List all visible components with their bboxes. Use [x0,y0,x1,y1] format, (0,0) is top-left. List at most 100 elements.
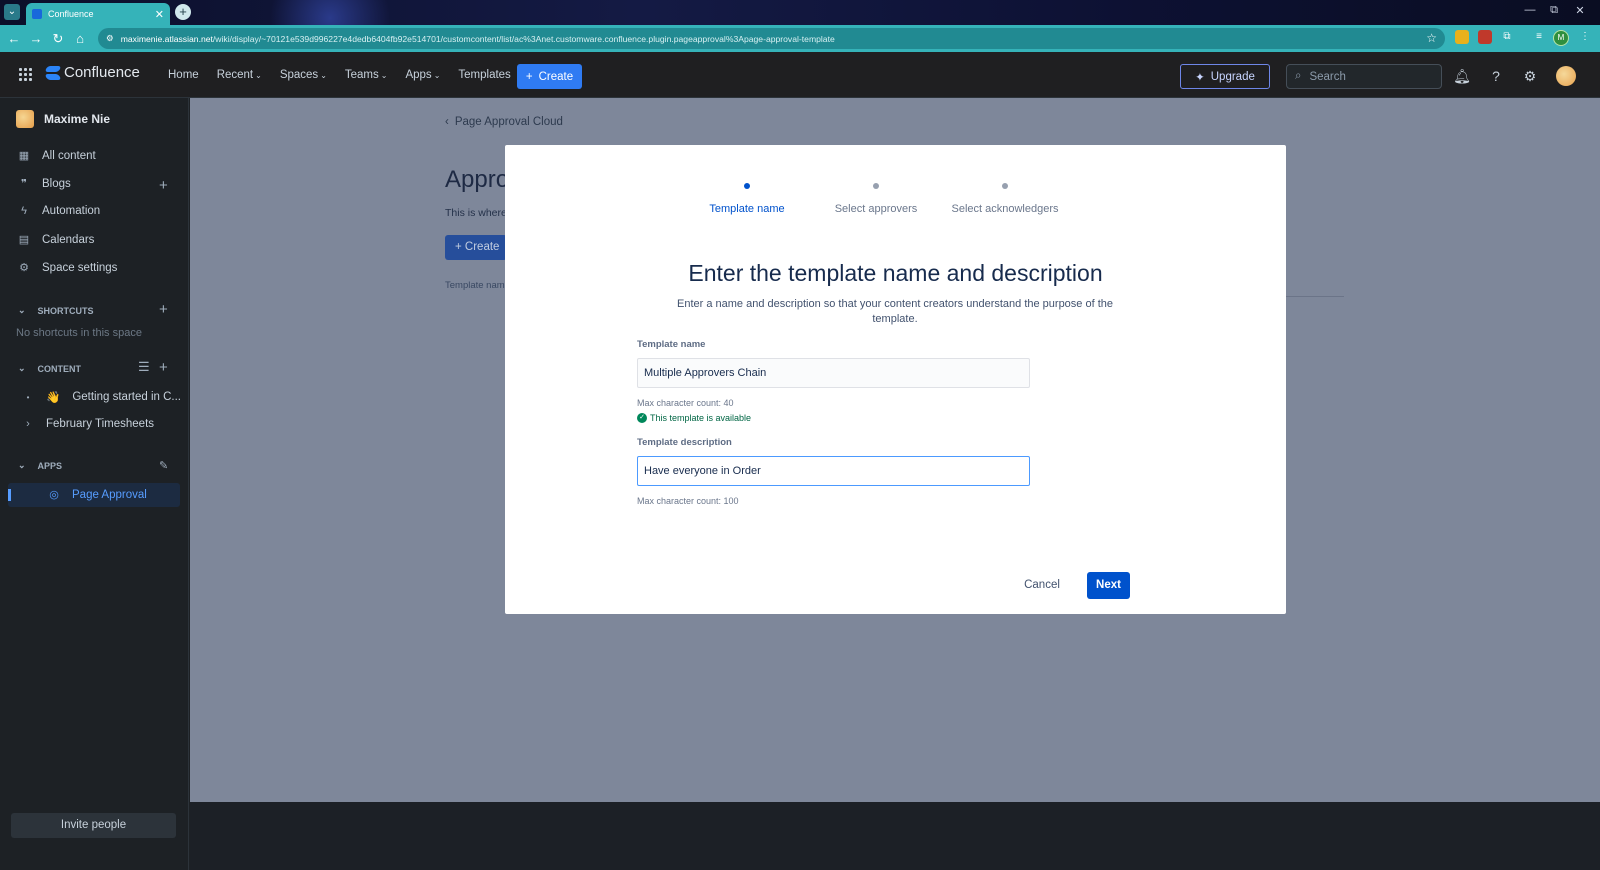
close-window-icon[interactable]: ✕ [1571,4,1589,20]
sidebar-item-blogs[interactable]: ❞ Blogs [18,177,71,191]
close-tab-icon[interactable]: ✕ [155,8,164,21]
sidebar-item-automation[interactable]: ϟ Automation [18,205,100,217]
search-icon: ⌕ [1295,70,1302,82]
forward-icon[interactable]: → [25,31,47,46]
extensions-puzzle-icon[interactable]: ⧉ [1500,30,1514,44]
grid-icon: ▦ [18,150,30,162]
site-info-icon[interactable]: ⚙ [106,33,114,44]
create-template-label: Create [464,241,500,253]
add-shortcut-plus-icon[interactable]: + [159,301,168,318]
section-label: APPS [37,460,63,471]
sidebar-item-page-approval-label[interactable]: ◎ Page Approval [48,488,147,502]
shortcuts-section-header[interactable]: ⌄ SHORTCUTS [18,305,94,316]
content-item-label: February Timesheets [46,418,155,430]
sidebar-item-label: Automation [42,205,101,217]
content-item-getting-started[interactable]: • 👋 Getting started in C... [22,390,181,404]
filter-icon[interactable]: ☰ [138,359,150,375]
reload-icon[interactable]: ↻ [47,31,69,47]
sidebar-item-all-content[interactable]: ▦ All content [18,149,96,163]
restore-icon[interactable]: ⧉ [1545,4,1563,20]
edit-pencil-icon[interactable]: ✎ [159,459,168,472]
step-dot [744,183,750,189]
page-title: Appro [445,166,510,193]
back-icon[interactable]: ← [3,31,25,46]
bookmark-star-icon[interactable]: ☆ [1426,31,1437,45]
extension-icon[interactable] [1455,30,1469,44]
valid-text: This template is available [650,413,752,423]
url-path: /wiki/display/~70121e539d996227e4dedb640… [212,33,835,44]
app-switcher-icon[interactable] [18,67,32,81]
add-content-plus-icon[interactable]: + [159,359,168,376]
nav-teams[interactable]: Teams ⌄ [345,69,388,81]
quote-icon: ❞ [21,178,27,190]
extension-icon[interactable] [1478,30,1492,44]
template-name-label: Template name [637,339,706,350]
create-template-button[interactable]: + Create [445,235,507,260]
minimize-icon[interactable]: — [1521,4,1539,20]
primary-nav: Home Recent ⌄ Spaces ⌄ Teams ⌄ Apps ⌄ Templa… [168,52,529,98]
next-button[interactable]: Next [1087,572,1130,599]
chevron-down-icon: ⌄ [255,70,262,80]
reading-list-icon[interactable]: ≡ [1532,30,1546,44]
nav-recent[interactable]: Recent ⌄ [217,69,262,81]
confluence-favicon-icon [32,9,42,19]
notifications-icon[interactable]: 🔔︎ [1453,67,1471,85]
nav-spaces-label: Spaces [279,69,319,81]
chevron-right-icon[interactable]: › [22,418,34,430]
sidebar-item-calendars[interactable]: ▤ Calendars [18,233,95,247]
back-to-page-approval-link[interactable]: ‹ Page Approval Cloud [445,116,563,128]
sidebar-item-label: All content [42,149,96,162]
app-item-label: Page Approval [72,488,147,501]
invite-people-button[interactable]: Invite people [11,813,176,838]
nav-apps-label: Apps [405,69,432,81]
url-host: maximenie.atlassian.net [120,33,213,44]
profile-avatar[interactable]: M [1553,30,1569,46]
logo-text: Confluence [64,64,140,81]
template-available-message: ✓ This template is available [637,413,751,423]
page-subtitle: This is where [445,207,507,219]
bullet-icon: • [26,392,30,402]
nav-spaces[interactable]: Spaces ⌄ [280,69,327,81]
nav-apps[interactable]: Apps ⌄ [405,69,440,81]
confluence-logo[interactable]: Confluence [46,64,140,81]
step-select-acknowledgers: Select acknowledgers [925,183,1085,215]
browser-tabstrip: ⌄ Confluence ✕ + — ⧉ ✕ [0,0,1600,25]
add-blog-plus-icon[interactable]: + [159,177,168,194]
tab-search-menu-icon[interactable]: ⌄ [4,4,20,20]
chevron-down-icon: ⌄ [380,70,388,80]
gear-icon: ⚙ [19,262,29,274]
browser-menu-icon[interactable]: ⋮ [1578,30,1592,44]
check-circle-icon: ✓ [637,413,647,423]
nav-templates[interactable]: Templates [458,69,510,81]
search-input[interactable]: ⌕ Search [1286,64,1442,89]
content-section-header[interactable]: ⌄ CONTENT [18,363,81,374]
nav-teams-label: Teams [344,69,379,81]
template-name-input[interactable] [637,358,1030,388]
active-indicator [8,489,11,501]
content-item-label: Getting started in C... [72,391,181,403]
nav-recent-label: Recent [216,69,254,81]
home-icon[interactable]: ⌂ [69,31,91,46]
sidebar-item-label: Calendars [42,233,95,246]
address-bar[interactable]: ⚙ maximenie.atlassian.net/wiki/display/~… [98,28,1445,49]
sidebar-item-space-settings[interactable]: ⚙ Space settings [18,261,117,275]
new-tab-button[interactable]: + [175,4,191,20]
step-dot [873,183,879,189]
create-label: Create [538,70,574,83]
template-name-help: Max character count: 40 [637,398,734,408]
nav-templates-label: Templates [458,69,511,81]
space-header[interactable]: Maxime Nie [16,110,110,128]
settings-gear-icon[interactable]: ⚙ [1521,67,1539,85]
section-label: CONTENT [37,363,82,374]
content-item-february-timesheets[interactable]: › February Timesheets [22,418,154,430]
upgrade-button[interactable]: ✦ Upgrade [1180,64,1270,89]
browser-tab[interactable]: Confluence ✕ [26,3,170,25]
template-description-input[interactable] [637,456,1030,486]
create-button[interactable]: + Create [517,64,582,89]
cancel-button[interactable]: Cancel [1018,572,1066,598]
help-icon[interactable]: ? [1487,67,1505,85]
apps-section-header[interactable]: ⌄ APPS [18,460,62,471]
no-shortcuts-text: No shortcuts in this space [16,327,142,339]
user-avatar[interactable] [1556,66,1576,86]
nav-home[interactable]: Home [168,69,199,81]
